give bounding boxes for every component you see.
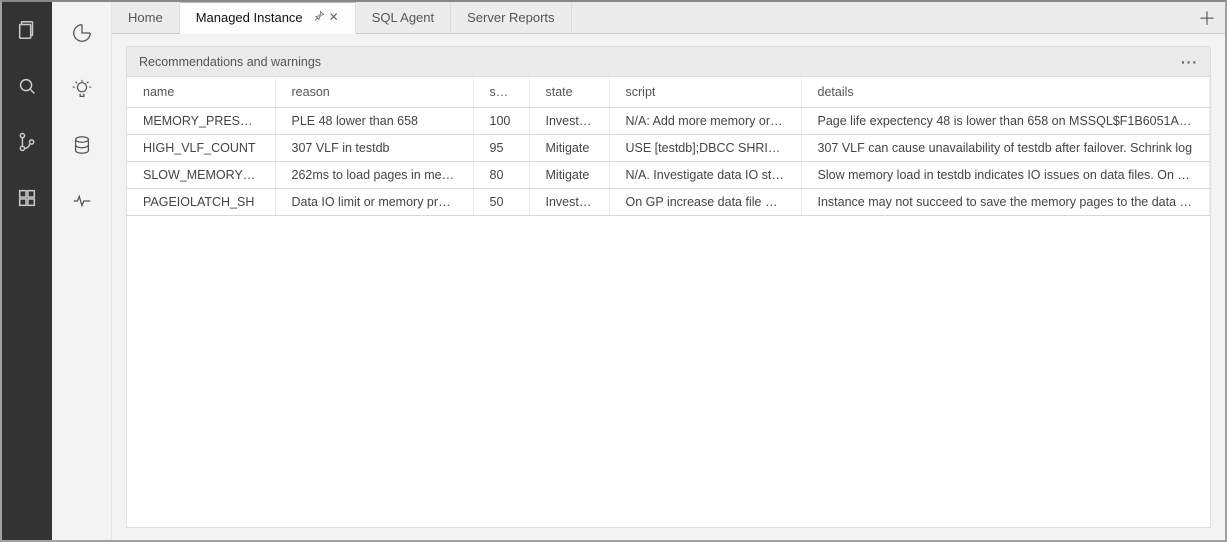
cell-details: 307 VLF can cause unavailability of test… <box>801 134 1210 161</box>
cell-name: HIGH_VLF_COUNT <box>127 134 275 161</box>
cell-score: 80 <box>473 161 529 188</box>
database-icon[interactable] <box>52 126 112 164</box>
table-row[interactable]: SLOW_MEMORY_LOAD 262ms to load pages in … <box>127 161 1210 188</box>
tab-label: Server Reports <box>467 10 554 25</box>
extensions-icon[interactable] <box>2 178 52 218</box>
secondary-nav <box>52 2 112 540</box>
cell-reason: 262ms to load pages in memory. <box>275 161 473 188</box>
tab-label: SQL Agent <box>372 10 434 25</box>
panel-more-icon[interactable]: ··· <box>1181 54 1198 70</box>
health-icon[interactable] <box>52 182 112 220</box>
cell-score: 100 <box>473 107 529 134</box>
tab-server-reports[interactable]: Server Reports <box>451 2 571 33</box>
cell-script: USE [testdb];DBCC SHRINKFIL… <box>609 134 801 161</box>
col-details[interactable]: details <box>801 77 1210 107</box>
cell-score: 50 <box>473 188 529 215</box>
cell-reason: PLE 48 lower than 658 <box>275 107 473 134</box>
cell-name: SLOW_MEMORY_LOAD <box>127 161 275 188</box>
table-row[interactable]: MEMORY_PRESSURE PLE 48 lower than 658 10… <box>127 107 1210 134</box>
tab-label: Managed Instance <box>196 10 303 25</box>
recommendations-table: name reason score state script details M… <box>127 77 1210 216</box>
tab-label: Home <box>128 10 163 25</box>
cell-script: On GP increase data file with l… <box>609 188 801 215</box>
cell-details: Instance may not succeed to save the mem… <box>801 188 1210 215</box>
search-icon[interactable] <box>2 66 52 106</box>
col-state[interactable]: state <box>529 77 609 107</box>
col-script[interactable]: script <box>609 77 801 107</box>
table-row[interactable]: PAGEIOLATCH_SH Data IO limit or memory p… <box>127 188 1210 215</box>
pin-icon[interactable] <box>313 10 325 25</box>
cell-details: Page life expectency 48 is lower than 65… <box>801 107 1210 134</box>
table-row[interactable]: HIGH_VLF_COUNT 307 VLF in testdb 95 Miti… <box>127 134 1210 161</box>
cell-state: Mitigate <box>529 134 609 161</box>
activity-bar <box>2 2 52 540</box>
cell-state: Investigate <box>529 107 609 134</box>
cell-score: 95 <box>473 134 529 161</box>
cell-state: Mitigate <box>529 161 609 188</box>
source-control-icon[interactable] <box>2 122 52 162</box>
new-tab-button[interactable]: ＋ <box>1189 2 1225 33</box>
tab-managed-instance[interactable]: Managed Instance ✕ <box>180 2 356 34</box>
insights-icon[interactable] <box>52 70 112 108</box>
recommendations-panel: Recommendations and warnings ··· name re… <box>126 46 1211 528</box>
cell-name: PAGEIOLATCH_SH <box>127 188 275 215</box>
cell-script: N/A. Investigate data IO statis… <box>609 161 801 188</box>
cell-script: N/A: Add more memory or fin… <box>609 107 801 134</box>
tab-strip: Home Managed Instance ✕ SQL Agent Server… <box>112 2 1225 34</box>
col-score[interactable]: score <box>473 77 529 107</box>
cell-state: Investigate <box>529 188 609 215</box>
panel-title: Recommendations and warnings <box>139 55 321 69</box>
cell-details: Slow memory load in testdb indicates IO … <box>801 161 1210 188</box>
cell-reason: Data IO limit or memory pressure. <box>275 188 473 215</box>
explorer-icon[interactable] <box>2 10 52 50</box>
tab-sql-agent[interactable]: SQL Agent <box>356 2 451 33</box>
table-header-row: name reason score state script details <box>127 77 1210 107</box>
tab-home[interactable]: Home <box>112 2 180 33</box>
dashboard-icon[interactable] <box>52 14 112 52</box>
close-icon[interactable]: ✕ <box>329 10 339 25</box>
cell-name: MEMORY_PRESSURE <box>127 107 275 134</box>
cell-reason: 307 VLF in testdb <box>275 134 473 161</box>
col-name[interactable]: name <box>127 77 275 107</box>
col-reason[interactable]: reason <box>275 77 473 107</box>
